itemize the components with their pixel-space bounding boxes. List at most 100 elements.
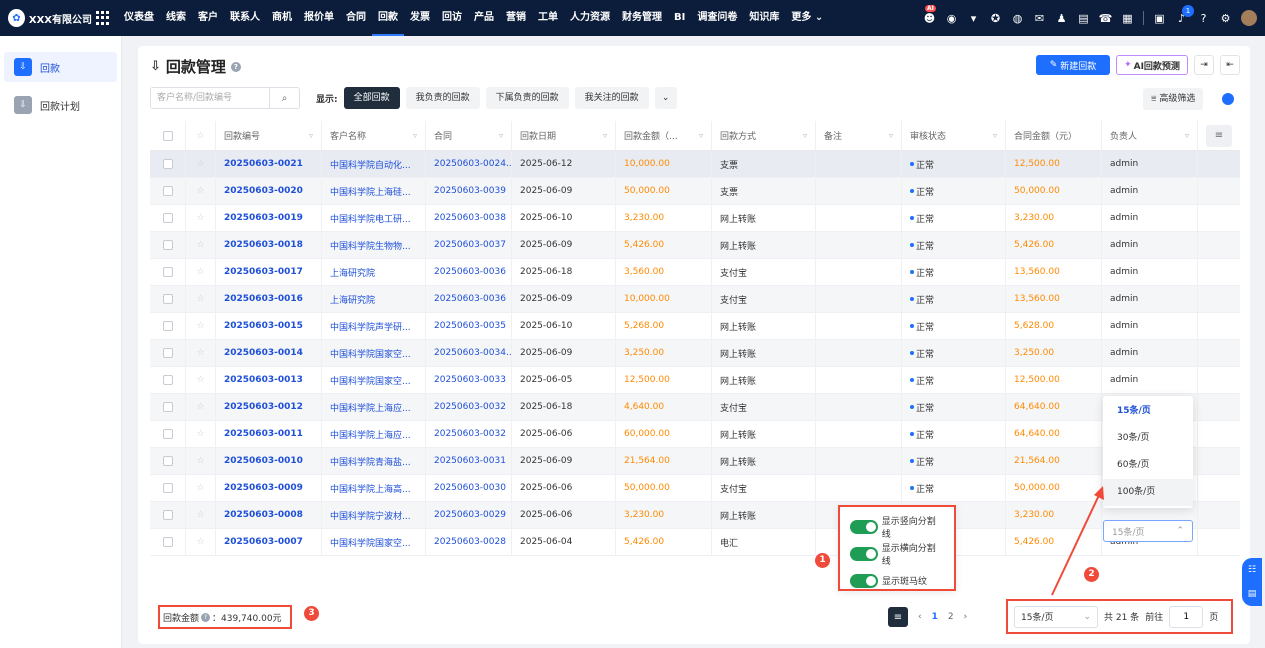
page-size-option-100[interactable]: 100条/页: [1103, 479, 1193, 506]
app-grid-icon[interactable]: [96, 11, 110, 25]
sidebar-item-payment-plan[interactable]: ⇩ 回款计划: [4, 90, 117, 120]
table-row[interactable]: ☆ 20250603-0010 中国科学院青海盐... 20250603-0031 20…: [150, 448, 1240, 475]
row-checkbox[interactable]: [150, 367, 186, 393]
nav-item-finance[interactable]: 财务管理: [616, 0, 668, 36]
filter-icon[interactable]: ▿: [1185, 131, 1189, 140]
goto-page-input[interactable]: [1169, 605, 1204, 628]
page-size-option-15[interactable]: 15条/页: [1103, 398, 1193, 425]
table-row[interactable]: ☆ 20250603-0013 中国科学院国家空... 20250603-0033 20…: [150, 367, 1240, 394]
star-icon[interactable]: ☆: [186, 232, 216, 258]
payment-code-link[interactable]: 20250603-0015: [216, 313, 322, 339]
star-icon[interactable]: ☆: [186, 286, 216, 312]
nav-item-invoices[interactable]: 发票: [404, 0, 436, 36]
filter-icon[interactable]: ▿: [309, 131, 313, 140]
star-icon[interactable]: ☆: [186, 151, 216, 177]
table-row[interactable]: ☆ 20250603-0011 中国科学院上海应... 20250603-0032 20…: [150, 421, 1240, 448]
star-icon[interactable]: ☆: [186, 178, 216, 204]
page-1[interactable]: 1: [932, 612, 938, 622]
table-row[interactable]: ☆ 20250603-0008 中国科学院宁波材... 20250603-0029 20…: [150, 502, 1240, 529]
nav-item-customers[interactable]: 客户: [192, 0, 224, 36]
nav-item-leads[interactable]: 线索: [160, 0, 192, 36]
star-icon[interactable]: ☆: [186, 475, 216, 501]
export-button[interactable]: ⇤: [1220, 55, 1240, 75]
nav-item-dashboard[interactable]: 仪表盘: [118, 0, 160, 36]
payment-code-link[interactable]: 20250603-0013: [216, 367, 322, 393]
star-icon[interactable]: ☆: [186, 259, 216, 285]
tab-my-payments[interactable]: 我负责的回款: [405, 87, 480, 109]
phone-icon[interactable]: ☎: [1099, 12, 1113, 25]
contract-link[interactable]: 20250603-0032: [426, 394, 512, 420]
filter-icon[interactable]: ▿: [699, 131, 703, 140]
ai-robot-icon[interactable]: ☻ AI: [923, 4, 936, 25]
col-header-contract-amount[interactable]: 合同金额（元）: [1006, 121, 1102, 150]
contract-link[interactable]: 20250603-0037: [426, 232, 512, 258]
nav-item-hr[interactable]: 人力资源: [564, 0, 616, 36]
toggle-switch[interactable]: [850, 573, 878, 588]
customer-link[interactable]: 中国科学院国家空...: [322, 367, 426, 393]
nav-item-survey[interactable]: 调查问卷: [691, 0, 743, 36]
switch-horizontal-lines[interactable]: 显示横向分割线: [850, 540, 944, 567]
page-size-select-open[interactable]: 15条/页 ⌃: [1103, 520, 1193, 542]
table-row[interactable]: ☆ 20250603-0020 中国科学院上海硅... 20250603-0039 20…: [150, 178, 1240, 205]
nav-item-more[interactable]: 更多 ⌄: [785, 0, 829, 36]
row-checkbox[interactable]: [150, 151, 186, 177]
bell-icon[interactable]: ♪ 1: [1175, 4, 1194, 25]
payment-code-link[interactable]: 20250603-0011: [216, 421, 322, 447]
gear-icon[interactable]: ⚙: [1219, 12, 1232, 25]
payment-code-link[interactable]: 20250603-0019: [216, 205, 322, 231]
contract-link[interactable]: 20250603-0036: [426, 259, 512, 285]
payment-code-link[interactable]: 20250603-0009: [216, 475, 322, 501]
prev-page-icon[interactable]: ‹: [918, 612, 922, 622]
report-icon[interactable]: ▣: [1153, 12, 1166, 25]
col-header-amount[interactable]: 回款金额（... ▿: [616, 121, 712, 150]
payment-code-link[interactable]: 20250603-0020: [216, 178, 322, 204]
payment-code-link[interactable]: 20250603-0007: [216, 529, 322, 555]
settings-circle-icon[interactable]: ✪: [989, 12, 1002, 25]
customer-link[interactable]: 中国科学院上海应...: [322, 394, 426, 420]
table-row[interactable]: ☆ 20250603-0019 中国科学院电工研... 20250603-0038 20…: [150, 205, 1240, 232]
contract-link[interactable]: 20250603-0031: [426, 448, 512, 474]
filter-icon[interactable]: ▿: [413, 131, 417, 140]
star-icon[interactable]: ☆: [186, 421, 216, 447]
contract-link[interactable]: 20250603-0033: [426, 367, 512, 393]
star-icon[interactable]: ☆: [186, 394, 216, 420]
brand[interactable]: ✿ XXX有限公司: [0, 9, 92, 27]
chat-icon[interactable]: ◉: [945, 12, 958, 25]
table-row[interactable]: ☆ 20250603-0009 中国科学院上海高... 20250603-0030 20…: [150, 475, 1240, 502]
search-icon[interactable]: ⌕: [269, 88, 299, 108]
page-2[interactable]: 2: [948, 612, 954, 622]
row-checkbox[interactable]: [150, 232, 186, 258]
table-row[interactable]: ☆ 20250603-0017 上海研究院 20250603-0036 2025-06-…: [150, 259, 1240, 286]
row-checkbox[interactable]: [150, 259, 186, 285]
row-checkbox[interactable]: [150, 448, 186, 474]
row-checkbox[interactable]: [150, 421, 186, 447]
table-row[interactable]: ☆ 20250603-0012 中国科学院上海应... 20250603-0032 20…: [150, 394, 1240, 421]
contract-link[interactable]: 20250603-0036: [426, 286, 512, 312]
col-header-method[interactable]: 回款方式 ▿: [712, 121, 816, 150]
help-icon[interactable]: ?: [201, 612, 211, 622]
theme-toggle-icon[interactable]: [1222, 93, 1234, 105]
import-button[interactable]: ⇥: [1194, 55, 1214, 75]
payment-code-link[interactable]: 20250603-0018: [216, 232, 322, 258]
customer-link[interactable]: 中国科学院青海盐...: [322, 448, 426, 474]
nav-item-marketing[interactable]: 营销: [500, 0, 532, 36]
nav-item-payments[interactable]: 回款: [372, 0, 404, 36]
row-checkbox[interactable]: [150, 529, 186, 555]
row-checkbox[interactable]: [150, 313, 186, 339]
document-icon[interactable]: ▤: [1077, 12, 1090, 25]
col-header-owner[interactable]: 负责人 ▿: [1102, 121, 1198, 150]
filter-icon[interactable]: ▿: [499, 131, 503, 140]
list-view-icon[interactable]: ≡: [888, 607, 908, 627]
ai-forecast-button[interactable]: ✦ AI回款预测: [1116, 55, 1188, 75]
toggle-switch[interactable]: [850, 519, 878, 534]
page-size-option-60[interactable]: 60条/页: [1103, 452, 1193, 479]
floating-tool-widget[interactable]: ☷ ▤: [1242, 558, 1262, 606]
contract-link[interactable]: 20250603-0035: [426, 313, 512, 339]
help-icon[interactable]: ?: [1197, 12, 1210, 25]
customer-link[interactable]: 中国科学院电工研...: [322, 205, 426, 231]
filter-icon[interactable]: ▿: [603, 131, 607, 140]
customer-link[interactable]: 中国科学院生物物...: [322, 232, 426, 258]
chevron-down-icon[interactable]: ⌄: [654, 87, 677, 109]
row-checkbox[interactable]: [150, 502, 186, 528]
calendar-icon[interactable]: ▦: [1121, 12, 1134, 25]
